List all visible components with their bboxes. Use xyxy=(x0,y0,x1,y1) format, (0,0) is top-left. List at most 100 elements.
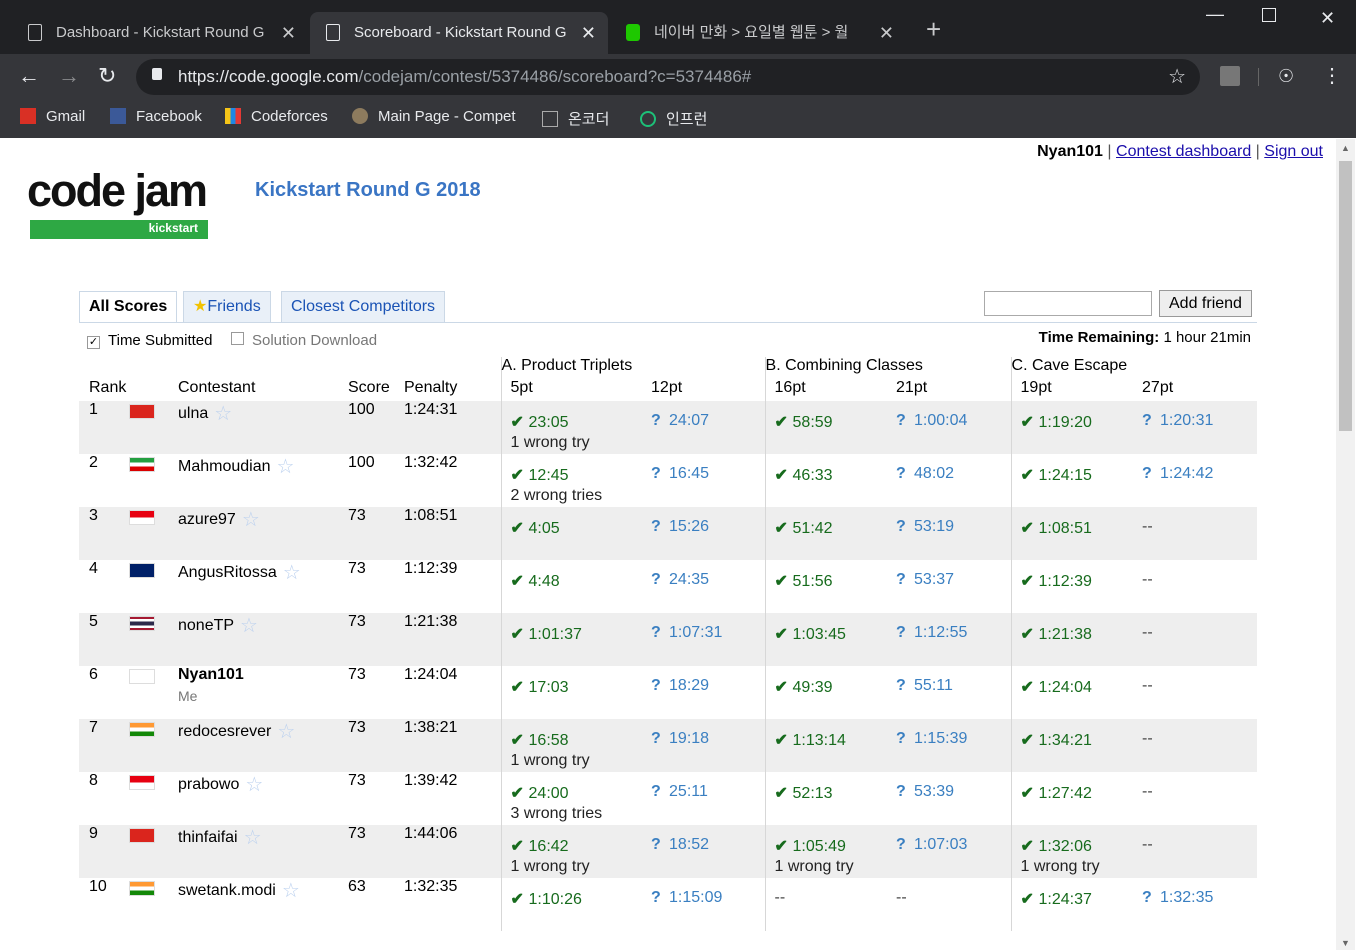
browser-tab-scoreboard[interactable]: Scoreboard - Kickstart Round G ✕ xyxy=(310,12,608,54)
bookmark-facebook[interactable]: Facebook xyxy=(110,108,202,125)
solution-download-checkbox[interactable] xyxy=(231,332,244,345)
scroll-up-icon[interactable]: ▲ xyxy=(1341,143,1350,153)
codejam-logo[interactable]: code jam kickstart xyxy=(25,168,215,241)
contestant-name[interactable]: Nyan101 xyxy=(178,666,244,683)
no-submission: -- xyxy=(1142,571,1153,588)
contestant-name[interactable]: prabowo xyxy=(178,776,239,793)
solve-time: 46:33 xyxy=(792,467,833,484)
solve-time: 49:39 xyxy=(792,679,833,696)
solve-time: 51:42 xyxy=(792,520,833,537)
solve-time: 1:01:37 xyxy=(528,626,582,643)
problem-header-row: A. Product Triplets B. Combining Classes… xyxy=(79,357,1258,379)
contestant-name[interactable]: Mahmoudian xyxy=(178,458,271,475)
question-icon: ? xyxy=(651,730,661,747)
problem-cell: ✔ 1:13:14 xyxy=(764,719,888,772)
close-icon[interactable]: ✕ xyxy=(281,12,296,54)
solution-download-option[interactable]: Solution Download xyxy=(231,332,377,349)
bookmark-gmail[interactable]: Gmail xyxy=(20,108,85,125)
contestant-name[interactable]: AngusRitossa xyxy=(178,564,277,581)
scroll-down-icon[interactable]: ▼ xyxy=(1341,938,1350,948)
contestant-name[interactable]: ulna xyxy=(178,405,208,422)
add-friend-star-icon[interactable]: ☆ xyxy=(242,509,260,531)
add-friend-star-icon[interactable]: ☆ xyxy=(244,827,262,849)
tab-title: 네이버 만화 > 요일별 웹툰 > 월 xyxy=(654,24,849,41)
table-row: 3 azure97 ☆ 73 1:08:51 ✔ 4:05? 15:26 ✔ 51:42? 53:1… xyxy=(79,507,1258,560)
problem-a-title: A. Product Triplets xyxy=(500,357,766,379)
flag-cell xyxy=(129,878,169,931)
add-friend-star-icon[interactable]: ☆ xyxy=(277,456,295,478)
friend-search-input[interactable] xyxy=(984,291,1152,316)
solve-time: 1:34:21 xyxy=(1038,732,1092,749)
window-close-icon[interactable]: ✕ xyxy=(1320,8,1335,29)
bookmark-inflearn[interactable]: 인프런 xyxy=(640,108,707,129)
solve-time: 1:32:06 xyxy=(1038,838,1092,855)
url-text[interactable]: https://code.google.com/codejam/contest/… xyxy=(178,67,751,87)
problem-c-small-points: 19pt xyxy=(1010,379,1134,401)
bookmark-oncoder[interactable]: 온코더 xyxy=(542,108,609,129)
extension-icon[interactable] xyxy=(1220,66,1240,86)
solve-time: 1:03:45 xyxy=(792,626,846,643)
browser-tab-dashboard[interactable]: Dashboard - Kickstart Round G ✕ xyxy=(12,12,308,54)
contestant-name[interactable]: noneTP xyxy=(178,617,234,634)
maximize-icon[interactable] xyxy=(1262,8,1276,22)
solve-time: 16:58 xyxy=(528,732,569,749)
contestant-name[interactable]: azure97 xyxy=(178,511,236,528)
rank: 3 xyxy=(79,507,129,560)
tab-title: Scoreboard - Kickstart Round G xyxy=(354,24,567,41)
add-friend-star-icon[interactable]: ☆ xyxy=(245,774,263,796)
bookmark-star-icon[interactable]: ☆ xyxy=(1168,64,1186,89)
scrollbar-thumb[interactable] xyxy=(1339,161,1352,431)
back-arrow-icon[interactable]: ← xyxy=(18,64,40,88)
gmail-icon xyxy=(20,108,36,124)
tab-closest-competitors[interactable]: Closest Competitors xyxy=(281,291,446,322)
contestant-name[interactable]: redocesrever xyxy=(178,723,271,740)
submit-time: 1:07:31 xyxy=(669,624,723,641)
add-friend-star-icon[interactable]: ☆ xyxy=(214,403,232,425)
address-bar[interactable]: https://code.google.com/codejam/contest/… xyxy=(136,59,1200,95)
minimize-icon[interactable]: — xyxy=(1206,4,1224,25)
page-scrollbar[interactable]: ▲ ▼ xyxy=(1336,139,1355,950)
close-icon[interactable]: ✕ xyxy=(879,12,894,54)
add-friend-star-icon[interactable]: ☆ xyxy=(240,615,258,637)
submit-time: 1:32:35 xyxy=(1160,889,1214,906)
add-friend-star-icon[interactable]: ☆ xyxy=(282,880,300,902)
contestant-cell: Nyan101 Me xyxy=(169,666,339,719)
menu-dots-icon[interactable]: ⋮ xyxy=(1322,64,1342,88)
new-tab-button[interactable]: + xyxy=(926,14,941,45)
browser-tab-naver[interactable]: 네이버 만화 > 요일별 웹툰 > 월 ✕ xyxy=(610,12,906,54)
tab-friends[interactable]: ★Friends xyxy=(183,291,271,322)
bookmark-codeforces[interactable]: Codeforces xyxy=(225,108,328,125)
reload-icon[interactable]: ↻ xyxy=(98,64,116,88)
score: 73 xyxy=(339,507,395,560)
time-submitted-checkbox[interactable]: ✓ xyxy=(87,336,100,349)
forward-arrow-icon[interactable]: → xyxy=(58,64,80,88)
problem-cell: ✔ 1:24:04 xyxy=(1010,666,1134,719)
contestant-name[interactable]: thinfaifai xyxy=(178,829,238,846)
incognito-icon[interactable]: ☉ xyxy=(1278,64,1294,88)
no-submission: -- xyxy=(1142,730,1153,747)
bookmark-main-page[interactable]: Main Page - Compet xyxy=(352,108,522,125)
tab-all-scores[interactable]: All Scores xyxy=(79,291,178,322)
rank: 9 xyxy=(79,825,129,878)
check-icon: ✔ xyxy=(510,732,524,749)
question-icon: ? xyxy=(896,730,906,747)
contest-dashboard-link[interactable]: Contest dashboard xyxy=(1116,143,1251,160)
contestant-name[interactable]: swetank.modi xyxy=(178,882,276,899)
close-icon[interactable]: ✕ xyxy=(581,12,596,54)
solve-time: 4:05 xyxy=(528,520,560,537)
add-friend-star-icon[interactable]: ☆ xyxy=(277,721,295,743)
add-friend-star-icon[interactable]: ☆ xyxy=(283,562,301,584)
penalty: 1:38:21 xyxy=(395,719,502,772)
problem-cell: -- xyxy=(764,878,888,931)
add-friend-button[interactable]: Add friend xyxy=(1159,290,1252,317)
time-submitted-option[interactable]: ✓ Time Submitted xyxy=(87,332,212,349)
option-label: Solution Download xyxy=(252,332,378,349)
wrong-tries: 1 wrong try xyxy=(510,858,590,875)
header-spacer xyxy=(79,357,501,379)
contestant-cell: Mahmoudian ☆ xyxy=(169,454,339,507)
problem-cell: ✔ 17:03 xyxy=(500,666,643,719)
question-icon: ? xyxy=(651,518,661,535)
problem-cell: ? 18:52 xyxy=(642,825,766,878)
wrong-tries: 1 wrong try xyxy=(1020,858,1100,875)
sign-out-link[interactable]: Sign out xyxy=(1264,143,1323,160)
